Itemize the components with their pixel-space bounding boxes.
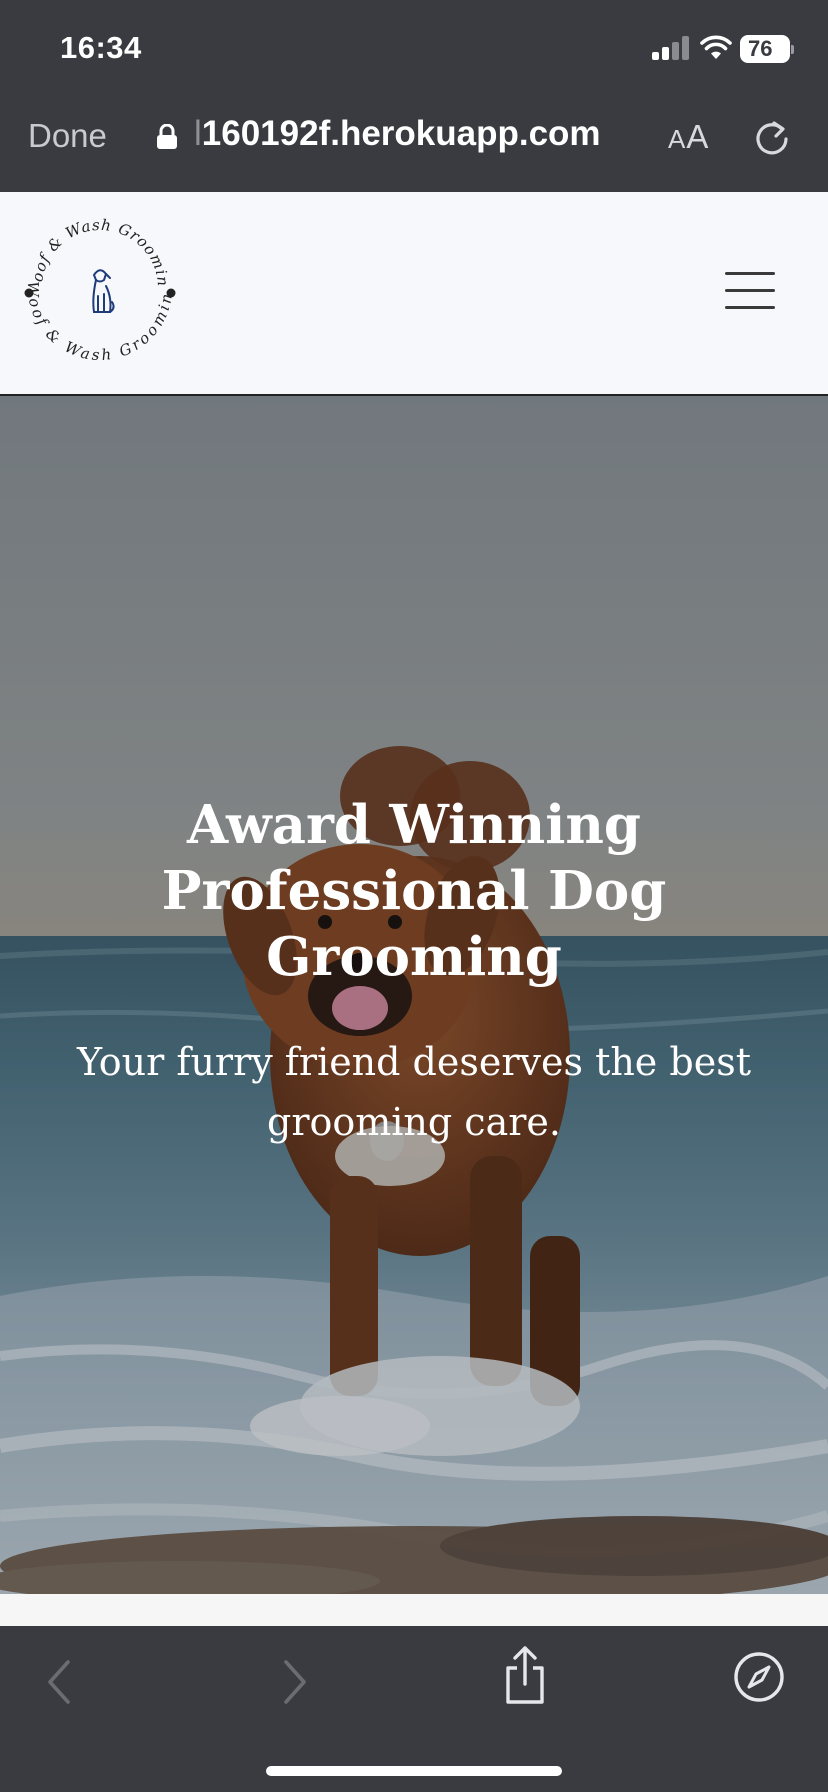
forward-chevron-icon[interactable] xyxy=(280,1656,312,1708)
share-icon[interactable] xyxy=(502,1644,548,1706)
done-button[interactable]: Done xyxy=(28,117,107,155)
url-truncated-fragment: l xyxy=(194,114,202,153)
text-size-small-a: A xyxy=(668,124,687,154)
browser-top-bar: 16:34 76 Done l160192f.herokuapp.com AA xyxy=(0,0,828,192)
cellular-signal-icon xyxy=(652,36,690,60)
home-indicator[interactable] xyxy=(266,1766,562,1776)
text-size-large-a: A xyxy=(686,118,710,155)
battery-indicator: 76 xyxy=(740,35,794,63)
wifi-icon xyxy=(700,35,732,59)
address-bar-url[interactable]: l160192f.herokuapp.com xyxy=(194,114,601,154)
status-time: 16:34 xyxy=(60,30,142,65)
hero-section: Award Winning Professional Dog Grooming … xyxy=(0,396,828,1594)
hero-dog-beach-image xyxy=(0,396,828,1594)
lock-icon xyxy=(157,124,177,149)
hero-title: Award Winning Professional Dog Grooming xyxy=(161,794,667,988)
hero-subtitle: Your furry friend deserves the best groo… xyxy=(77,1040,751,1144)
hamburger-menu-icon[interactable] xyxy=(725,272,775,310)
woof-and-wash-logo[interactable]: Woof & Wash Grooming Woof & Wash Groomin… xyxy=(20,208,180,368)
text-size-button[interactable]: AA xyxy=(668,118,709,156)
reload-icon[interactable] xyxy=(752,117,792,157)
next-section-edge xyxy=(0,1594,828,1626)
svg-text:Woof & Wash Grooming: Woof & Wash Grooming xyxy=(20,208,172,288)
url-text: 160192f.herokuapp.com xyxy=(201,114,601,153)
back-chevron-icon[interactable] xyxy=(42,1656,74,1708)
compass-icon[interactable] xyxy=(732,1650,786,1704)
site-header: Woof & Wash Grooming Woof & Wash Groomin… xyxy=(0,192,828,396)
